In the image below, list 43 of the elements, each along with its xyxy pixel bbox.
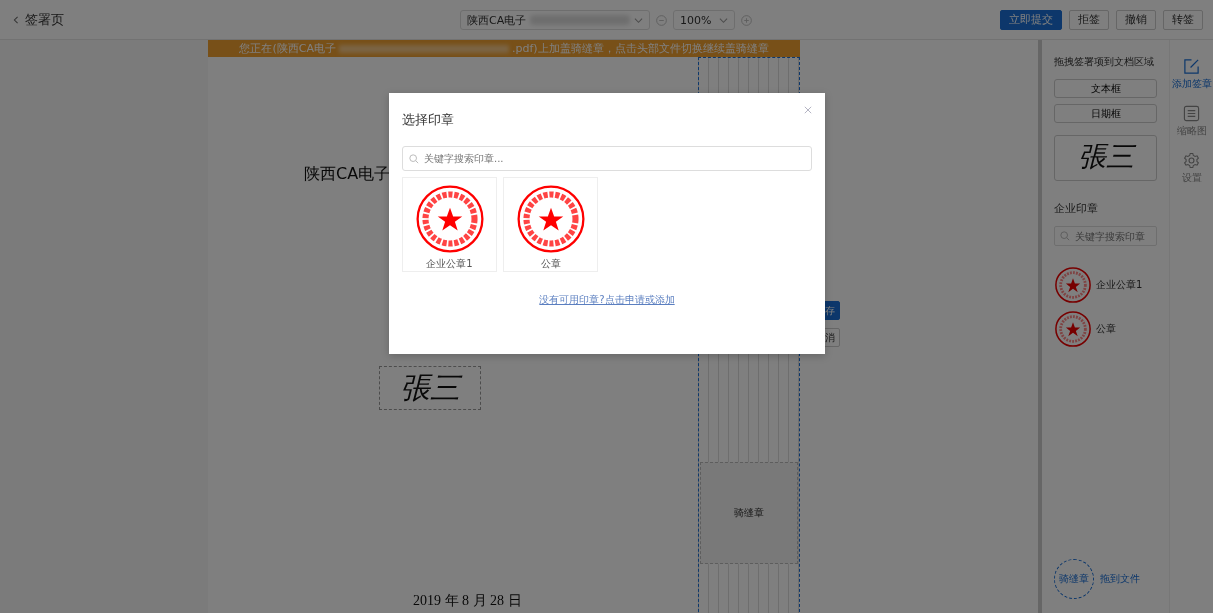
chevron-down-icon (634, 15, 643, 25)
seal-name: 企业公章1 (426, 257, 473, 271)
signature-item[interactable]: 張三 (1054, 135, 1157, 181)
stamp-drawing (414, 184, 485, 254)
seal-search-field[interactable]: 关键字搜索印章... (402, 146, 812, 171)
section-title: 企业印章 (1054, 201, 1099, 216)
seal-card[interactable]: 企业公章1 (402, 177, 497, 272)
notice-text: .pdf)上加盖骑缝章，点击头部文件切换继续盖骑缝章 (511, 41, 769, 56)
seal-name: 公章 (540, 257, 561, 271)
signature-field[interactable]: 張三 (379, 366, 481, 410)
document-date: 2019 年 8 月 28 日 (413, 592, 522, 610)
document-title: 陕西CA电子 (304, 164, 391, 185)
back-link[interactable]: 签署页 (12, 10, 64, 29)
seam-stamp[interactable]: 骑缝章 (700, 462, 798, 564)
panel-hint: 拖拽签署项到文档区域 (1054, 55, 1155, 69)
settings-icon (1183, 152, 1200, 169)
stamp-drawing (515, 184, 586, 254)
chevron-down-icon (719, 15, 728, 25)
document-select[interactable]: 陕西CA电子 (460, 10, 650, 30)
seal-search-field[interactable]: 关键字搜索印章 (1054, 226, 1157, 246)
submit-button[interactable]: 立即提交 (1000, 9, 1062, 30)
zoom-select[interactable]: 100% (673, 10, 735, 30)
dialog-title: 选择印章 (402, 110, 454, 129)
stamp-drawing[interactable] (1054, 266, 1092, 304)
field-item[interactable]: 文本框 (1054, 79, 1157, 98)
stamp-drawing[interactable] (1054, 310, 1092, 348)
list-icon (1183, 105, 1200, 122)
close-icon[interactable] (804, 106, 812, 114)
seam-hint: 拖到文件 (1100, 572, 1140, 586)
chevron-left-icon (12, 14, 20, 25)
zoom-out-icon[interactable] (656, 14, 667, 26)
zoom-in-icon[interactable] (741, 14, 752, 26)
seal-card[interactable]: 公章 (503, 177, 598, 272)
panel-tab[interactable]: 添加签章 (1171, 58, 1212, 91)
edit-icon (1183, 58, 1200, 75)
action-button[interactable]: 转签 (1163, 9, 1203, 30)
seal-name: 公章 (1096, 322, 1116, 336)
action-button[interactable]: 拒签 (1069, 9, 1109, 30)
notice-text: 您正在(陕西CA电子 (239, 41, 336, 56)
seal-name: 企业公章1 (1096, 278, 1143, 292)
action-button[interactable]: 撤销 (1116, 9, 1156, 30)
field-item[interactable]: 日期框 (1054, 104, 1157, 123)
apply-seal-link[interactable]: 没有可用印章?点击申请或添加 (539, 293, 675, 307)
